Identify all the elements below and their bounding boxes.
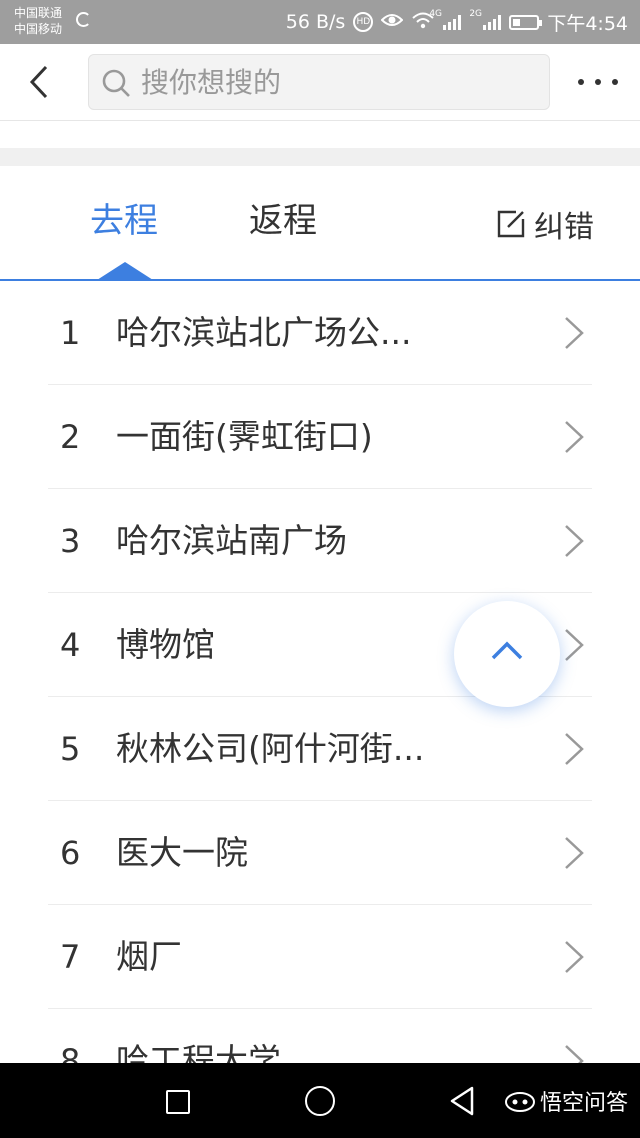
active-tab-indicator xyxy=(97,262,153,280)
stop-name: 哈工程大学 xyxy=(116,1041,281,1063)
chevron-right-icon xyxy=(565,837,584,869)
stop-number: 7 xyxy=(60,938,81,976)
stop-number: 4 xyxy=(60,626,81,664)
list-item[interactable]: 5 秋林公司(阿什河街... xyxy=(0,697,640,801)
hd-icon: HD xyxy=(353,12,374,32)
chevron-right-icon xyxy=(565,421,584,453)
stop-number: 6 xyxy=(60,834,81,872)
list-item[interactable]: 7 烟厂 xyxy=(0,905,640,1009)
list-item[interactable]: 6 医大一院 xyxy=(0,801,640,905)
wukong-logo-icon xyxy=(505,1092,535,1112)
sync-icon xyxy=(76,12,91,27)
report-error-button[interactable]: 纠错 xyxy=(496,202,594,246)
net-speed: 56 B/s xyxy=(285,11,346,33)
more-button[interactable] xyxy=(578,70,618,94)
signal-2g-icon: 2G xyxy=(469,9,502,30)
chevron-right-icon xyxy=(565,733,584,765)
nav-back-button[interactable] xyxy=(448,1085,476,1117)
watermark: 悟空问答 xyxy=(504,1085,628,1117)
chevron-right-icon xyxy=(565,941,584,973)
signal-4g-icon: 4G xyxy=(429,9,462,30)
search-input[interactable] xyxy=(141,55,531,109)
stop-name: 一面街(霁虹街口) xyxy=(116,417,373,456)
search-box[interactable] xyxy=(88,54,550,110)
edit-icon xyxy=(497,210,525,238)
stop-name: 医大一院 xyxy=(116,833,248,872)
status-bar: 中国联通 中国移动 56 B/s HD 4G 2G 下午4:54 xyxy=(0,0,640,44)
eye-icon xyxy=(380,11,404,33)
report-error-label: 纠错 xyxy=(534,210,594,245)
top-bar xyxy=(0,44,640,121)
stop-number: 3 xyxy=(60,522,81,560)
section-divider xyxy=(0,148,640,166)
scroll-to-top-button[interactable] xyxy=(454,601,560,707)
system-nav-bar: 悟空问答 xyxy=(0,1063,640,1138)
more-dot-icon xyxy=(578,79,584,85)
stop-number: 5 xyxy=(60,730,81,768)
stop-number: 1 xyxy=(60,314,81,352)
stop-name: 哈尔滨站南广场 xyxy=(116,521,347,560)
direction-tabs: 去程 返程 纠错 xyxy=(0,166,640,280)
carrier-labels: 中国联通 中国移动 xyxy=(14,5,62,37)
status-indicators: 56 B/s HD 4G 2G 下午4:54 xyxy=(286,0,628,44)
list-item[interactable]: 8 哈工程大学 xyxy=(0,1009,640,1063)
carrier-2: 中国移动 xyxy=(14,22,63,36)
more-dot-icon xyxy=(612,79,618,85)
chevron-right-icon xyxy=(565,525,584,557)
search-icon xyxy=(102,69,130,97)
more-dot-icon xyxy=(595,79,601,85)
recent-apps-button[interactable] xyxy=(166,1090,190,1114)
stop-number: 8 xyxy=(60,1042,81,1063)
chevron-up-icon xyxy=(491,641,523,660)
watermark-text: 悟空问答 xyxy=(540,1091,629,1116)
stop-name: 秋林公司(阿什河街... xyxy=(116,729,425,768)
list-item[interactable]: 3 哈尔滨站南广场 xyxy=(0,489,640,593)
chevron-right-icon xyxy=(565,1045,584,1063)
carrier-1: 中国联通 xyxy=(14,6,63,20)
tab-outbound[interactable]: 去程 xyxy=(90,200,158,242)
stop-name: 博物馆 xyxy=(116,625,215,664)
stop-number: 2 xyxy=(60,418,81,456)
battery-icon xyxy=(509,14,543,30)
back-arrow-icon xyxy=(29,65,48,99)
back-button[interactable] xyxy=(22,62,62,102)
stop-name: 烟厂 xyxy=(116,937,182,976)
stop-name: 哈尔滨站北广场公... xyxy=(116,313,412,352)
list-item[interactable]: 2 一面街(霁虹街口) xyxy=(0,385,640,489)
tab-return[interactable]: 返程 xyxy=(249,200,317,242)
clock: 下午4:54 xyxy=(547,12,628,35)
home-button[interactable] xyxy=(305,1086,335,1116)
chevron-right-icon xyxy=(565,629,584,661)
chevron-right-icon xyxy=(565,317,584,349)
list-item[interactable]: 1 哈尔滨站北广场公... xyxy=(0,281,640,385)
